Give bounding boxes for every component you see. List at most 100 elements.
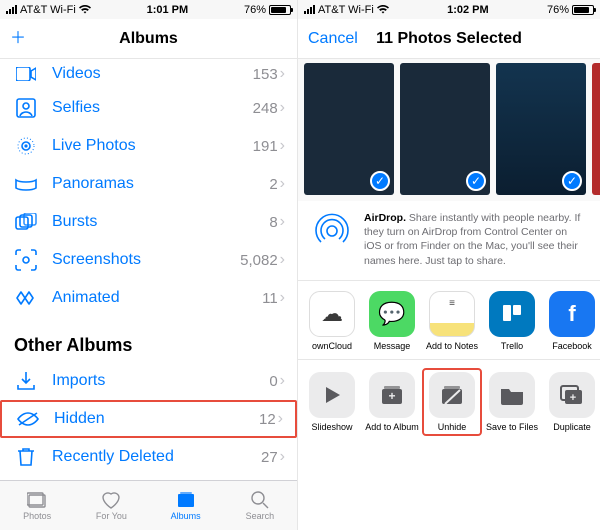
battery-label: 76% [547, 4, 569, 16]
share-apps-row[interactable]: ☁ ownCloud 💬 Message ≡ Add to Notes Trel… [298, 281, 600, 360]
album-row-screenshots[interactable]: Screenshots 5,082 › [0, 241, 297, 279]
clock-label: 1:01 PM [147, 4, 189, 16]
wifi-icon [79, 5, 91, 14]
tab-albums[interactable]: Albums [149, 481, 223, 530]
trash-icon [14, 445, 38, 469]
photos-tab-icon [26, 490, 48, 510]
album-row-live-photos[interactable]: Live Photos 191 › [0, 127, 297, 165]
share-app-facebook[interactable]: f Facebook [542, 291, 600, 351]
action-unhide[interactable]: Unhide [422, 368, 482, 436]
album-label: Bursts [52, 213, 269, 231]
chevron-right-icon: › [278, 410, 283, 428]
phone-albums: AT&T Wi-Fi 1:01 PM 76% ＋ Albums Videos 1… [0, 0, 298, 530]
add-to-album-icon: + [369, 372, 415, 418]
share-app-trello[interactable]: Trello [482, 291, 542, 351]
album-count: 248 [253, 100, 278, 117]
album-label: Live Photos [52, 137, 253, 155]
album-row-selfies[interactable]: Selfies 248 › [0, 89, 297, 127]
airdrop-icon [312, 211, 352, 251]
chevron-right-icon: › [280, 65, 285, 83]
battery-icon [269, 5, 291, 15]
chevron-right-icon: › [280, 137, 285, 155]
album-count: 0 [269, 373, 277, 390]
albums-tab-icon [175, 490, 197, 510]
album-row-hidden[interactable]: Hidden 12 › [0, 400, 297, 438]
nav-bar: ＋ Albums [0, 19, 297, 59]
battery-label: 76% [244, 4, 266, 16]
action-label: Save to Files [486, 422, 538, 432]
app-label: Facebook [552, 341, 592, 351]
album-row-animated[interactable]: Animated 11 › [0, 279, 297, 317]
carrier-label: AT&T Wi-Fi [318, 4, 374, 16]
app-label: Add to Notes [426, 341, 478, 351]
animated-icon [14, 286, 38, 310]
battery-icon [572, 5, 594, 15]
album-label: Hidden [54, 410, 259, 428]
album-row-bursts[interactable]: Bursts 8 › [0, 203, 297, 241]
app-label: Message [374, 341, 411, 351]
signal-icon [304, 5, 315, 14]
panoramas-icon [14, 172, 38, 196]
album-label: Panoramas [52, 175, 269, 193]
chevron-right-icon: › [280, 251, 285, 269]
action-add-to-album[interactable]: + Add to Album [362, 372, 422, 432]
album-count: 2 [269, 176, 277, 193]
albums-list[interactable]: Videos 153 › Selfies 248 › Live Photos 1… [0, 59, 297, 480]
album-count: 27 [261, 449, 278, 466]
action-save-to-files[interactable]: Save to Files [482, 372, 542, 432]
share-app-owncloud[interactable]: ☁ ownCloud [302, 291, 362, 351]
chevron-right-icon: › [280, 289, 285, 307]
nav-title: Albums [119, 30, 178, 48]
chevron-right-icon: › [280, 448, 285, 466]
photo-thumbnail[interactable]: ✓ [400, 63, 490, 195]
photo-thumbnail[interactable]: ✓ [496, 63, 586, 195]
owncloud-icon: ☁ [309, 291, 355, 337]
selfies-icon [14, 96, 38, 120]
photo-thumbnail[interactable] [592, 63, 600, 195]
duplicate-icon: + [549, 372, 595, 418]
airdrop-section[interactable]: AirDrop. Share instantly with people nea… [298, 201, 600, 281]
signal-icon [6, 5, 17, 14]
slideshow-icon [309, 372, 355, 418]
screenshots-icon [14, 248, 38, 272]
add-button[interactable]: ＋ [10, 29, 26, 49]
share-app-notes[interactable]: ≡ Add to Notes [422, 291, 482, 351]
photo-selection-strip[interactable]: ✓ ✓ ✓ [298, 59, 600, 201]
app-label: Trello [501, 341, 523, 351]
chevron-right-icon: › [280, 99, 285, 117]
trello-icon [489, 291, 535, 337]
hidden-icon [16, 407, 40, 431]
live-photos-icon [14, 134, 38, 158]
airdrop-text: AirDrop. Share instantly with people nea… [364, 211, 586, 268]
album-row-videos[interactable]: Videos 153 › [0, 59, 297, 89]
chevron-right-icon: › [280, 372, 285, 390]
cancel-button[interactable]: Cancel [308, 30, 358, 48]
album-count: 11 [262, 290, 278, 307]
action-slideshow[interactable]: Slideshow [302, 372, 362, 432]
share-app-message[interactable]: 💬 Message [362, 291, 422, 351]
album-label: Animated [52, 289, 262, 307]
action-label: Add to Album [365, 422, 419, 432]
album-row-imports[interactable]: Imports 0 › [0, 362, 297, 400]
action-duplicate[interactable]: + Duplicate [542, 372, 600, 432]
for-you-tab-icon [100, 490, 122, 510]
album-row-panoramas[interactable]: Panoramas 2 › [0, 165, 297, 203]
checkmark-icon: ✓ [370, 171, 390, 191]
tab-photos[interactable]: Photos [0, 481, 74, 530]
action-label: Unhide [438, 422, 467, 432]
wifi-icon [377, 5, 389, 14]
checkmark-icon: ✓ [466, 171, 486, 191]
search-tab-icon [249, 490, 271, 510]
tab-search[interactable]: Search [223, 481, 297, 530]
album-label: Screenshots [52, 251, 240, 269]
tab-label: Albums [171, 511, 201, 521]
share-actions-row[interactable]: Slideshow + Add to Album Unhide Save to … [298, 360, 600, 438]
clock-label: 1:02 PM [447, 4, 489, 16]
photo-thumbnail[interactable]: ✓ [304, 63, 394, 195]
album-row-recently-deleted[interactable]: Recently Deleted 27 › [0, 438, 297, 476]
tab-for-you[interactable]: For You [74, 481, 148, 530]
carrier-label: AT&T Wi-Fi [20, 4, 76, 16]
album-count: 153 [253, 66, 278, 83]
action-label: Slideshow [311, 422, 352, 432]
tab-label: Search [246, 511, 275, 521]
